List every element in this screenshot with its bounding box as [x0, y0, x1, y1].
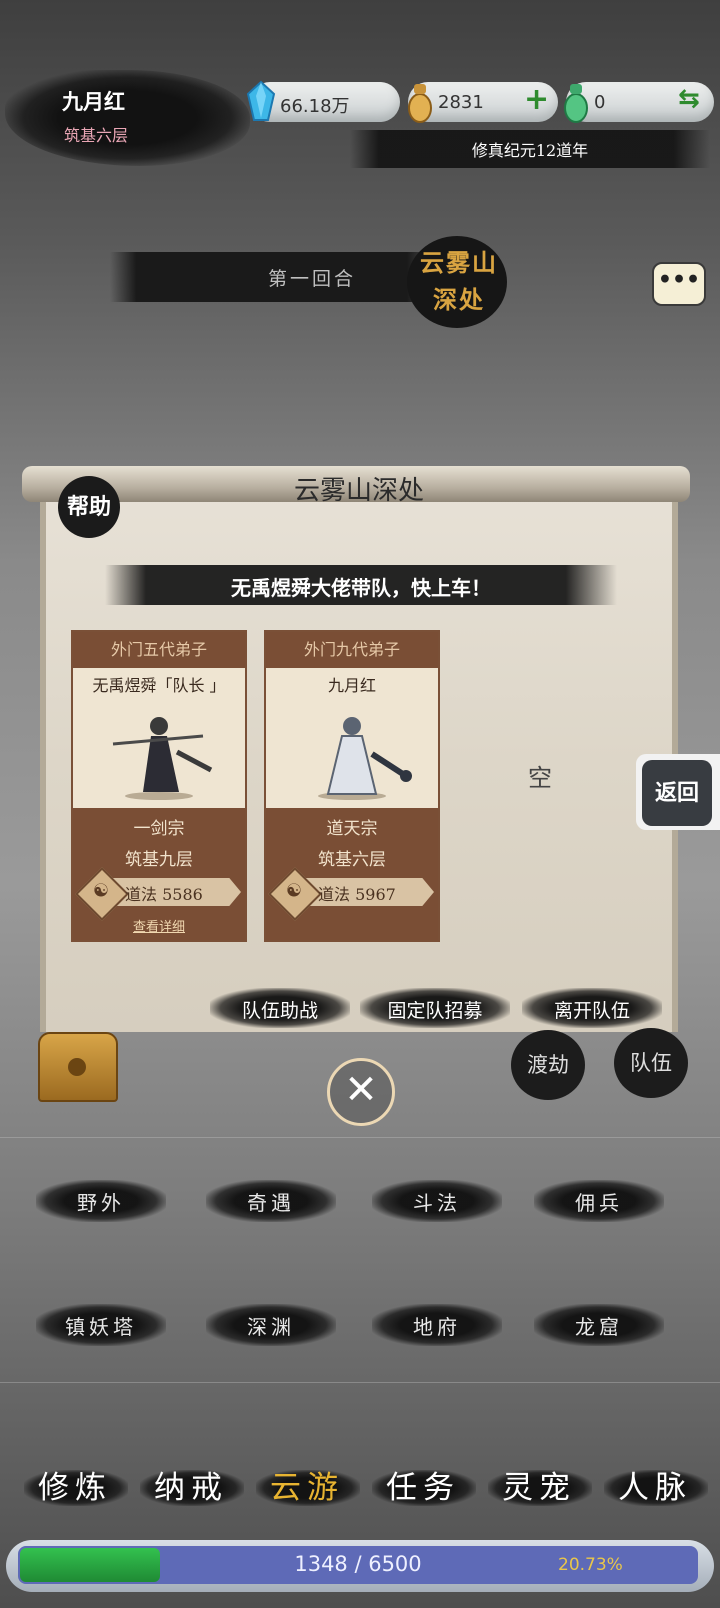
yin-yang-icon: ☯ [75, 867, 129, 921]
member-info: 道天宗 筑基六层 ☯ 道法 5967 [266, 808, 438, 940]
help-button[interactable]: 帮助 [58, 476, 120, 538]
member-realm: 筑基六层 [318, 850, 386, 870]
xp-percent: 20.73% [558, 1555, 623, 1575]
menu-item-abyss[interactable]: 深渊 [206, 1311, 336, 1340]
divider [0, 1382, 720, 1383]
panel-title: 云雾山深处 [293, 476, 424, 506]
gold-value: 2831 [438, 92, 484, 113]
close-button[interactable]: ✕ [327, 1058, 395, 1126]
add-gold-button[interactable]: + [524, 82, 549, 117]
spirit-stone-value: 66.18万 [280, 96, 350, 117]
nav-tab-pets[interactable]: 灵宠 [480, 1462, 598, 1507]
exchange-icon[interactable]: ⇆ [678, 84, 700, 114]
location-badge-text: 云雾山深处 [420, 248, 498, 314]
menu-item-dragon-lair[interactable]: 龙窟 [534, 1311, 664, 1340]
back-button-label: 返回 [642, 760, 712, 826]
member-card[interactable]: 外门五代弟子 无禹煜舜「队长 」 一剑宗 筑基九层 ☯ 道法 5586 查看详细 [71, 630, 247, 942]
member-name: 九月红 [327, 676, 376, 695]
gold-counter[interactable]: 2831 + [408, 82, 558, 123]
round-label: 第一回合 [268, 268, 357, 290]
nav-tab-cultivate[interactable]: 修炼 [16, 1462, 134, 1507]
menu-item-wild[interactable]: 野外 [36, 1187, 166, 1216]
nav-tab-contacts[interactable]: 人脉 [596, 1462, 714, 1507]
member-power-value: 道法 5586 [125, 885, 203, 904]
menu-item-duel[interactable]: 斗法 [372, 1187, 502, 1216]
chat-button[interactable]: ••• [652, 262, 706, 306]
jade-icon [564, 84, 588, 123]
yin-yang-icon: ☯ [268, 867, 322, 921]
member-power: ☯ 道法 5586 [75, 867, 241, 921]
member-power-value: 道法 5967 [318, 885, 396, 904]
divider [0, 1137, 720, 1138]
member-portrait [266, 696, 438, 800]
empty-member-slot[interactable]: 空 [528, 758, 552, 793]
jade-counter[interactable]: 0 ⇆ [564, 82, 714, 123]
member-power: ☯ 道法 5967 [268, 867, 434, 921]
swordsman-figure-icon [112, 717, 213, 800]
chat-bubble-icon: ••• [657, 267, 701, 293]
player-realm: 筑基六层 [64, 126, 129, 145]
back-button[interactable]: 返回 [636, 754, 720, 830]
spirit-stone-icon [246, 80, 276, 121]
member-sect: 一剑宗 [133, 819, 185, 839]
spirit-stone-counter[interactable]: 66.18万 [246, 80, 400, 122]
menu-item-demon-tower[interactable]: 镇妖塔 [36, 1311, 166, 1340]
player-name[interactable]: 九月红 [62, 86, 125, 116]
nav-tab-ring[interactable]: 纳戒 [132, 1462, 250, 1507]
sage-figure-icon [318, 717, 412, 800]
team-button[interactable]: 队伍 [614, 1028, 688, 1098]
member-rank: 外门九代弟子 [266, 632, 438, 668]
member-rank: 外门五代弟子 [73, 632, 245, 668]
treasure-chest-icon[interactable] [38, 1032, 118, 1102]
leave-team-button[interactable]: 离开队伍 [522, 996, 662, 1023]
jade-value: 0 [594, 92, 606, 113]
nav-tab-tasks[interactable]: 任务 [364, 1462, 482, 1507]
view-details-link[interactable]: 查看详细 [73, 916, 245, 935]
menu-item-underworld[interactable]: 地府 [372, 1311, 502, 1340]
member-info: 一剑宗 筑基九层 ☯ 道法 5586 查看详细 [73, 808, 245, 940]
era-label: 修真纪元12道年 [471, 141, 589, 160]
member-portrait [73, 696, 245, 800]
team-assist-button[interactable]: 队伍助战 [210, 996, 350, 1023]
nav-tab-wander[interactable]: 云游 [248, 1462, 366, 1507]
member-card[interactable]: 外门九代弟子 九月红 道天宗 筑基六层 ☯ 道法 5967 [264, 630, 440, 942]
fixed-team-recruit-button[interactable]: 固定队招募 [360, 996, 510, 1023]
member-name: 无禹煜舜「队长 」 [92, 676, 226, 695]
member-sect: 道天宗 [326, 819, 378, 839]
member-realm: 筑基九层 [125, 850, 193, 870]
gold-pouch-icon [408, 84, 432, 123]
menu-item-encounter[interactable]: 奇遇 [206, 1187, 336, 1216]
player-ink-backdrop [5, 70, 250, 166]
team-banner: 无禹煜舜大佬带队，快上车！ [231, 576, 491, 600]
menu-item-mercenary[interactable]: 佣兵 [534, 1187, 664, 1216]
tribulation-button[interactable]: 渡劫 [511, 1030, 585, 1100]
